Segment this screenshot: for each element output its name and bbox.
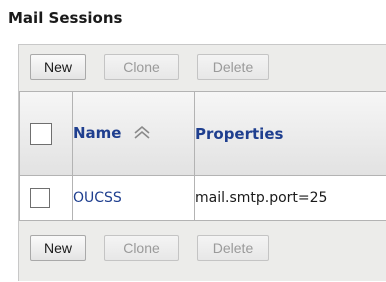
select-all-checkbox[interactable] [30,122,52,145]
name-column-header[interactable]: Name [72,91,195,176]
section-title: Mail Sessions [8,9,123,27]
mail-sessions-table: Name Properties OUCSS mail.smtp.port=25 [19,91,386,221]
new-button[interactable]: New [30,54,86,80]
session-properties: mail.smtp.port=25 [194,175,386,221]
sort-icon[interactable] [133,125,151,143]
name-column-label: Name [73,124,122,143]
mail-sessions-panel: New Clone Delete Name Properties OUCSS m… [18,44,386,281]
clone-button[interactable]: Clone [104,54,179,80]
row-checkbox[interactable] [30,188,50,208]
properties-column-header: Properties [194,91,386,176]
clone-button-bottom[interactable]: Clone [104,235,179,261]
row-select-cell [19,175,73,221]
bottom-toolbar: New Clone Delete [19,231,386,269]
top-toolbar: New Clone Delete [19,45,386,83]
new-button-bottom[interactable]: New [30,235,86,261]
delete-button[interactable]: Delete [197,54,269,80]
properties-column-label: Properties [195,124,284,143]
table-row: OUCSS mail.smtp.port=25 [19,175,386,221]
table-header-row: Name Properties [19,91,386,176]
select-all-cell [19,91,73,176]
delete-button-bottom[interactable]: Delete [197,235,269,261]
session-name-link[interactable]: OUCSS [72,175,195,221]
